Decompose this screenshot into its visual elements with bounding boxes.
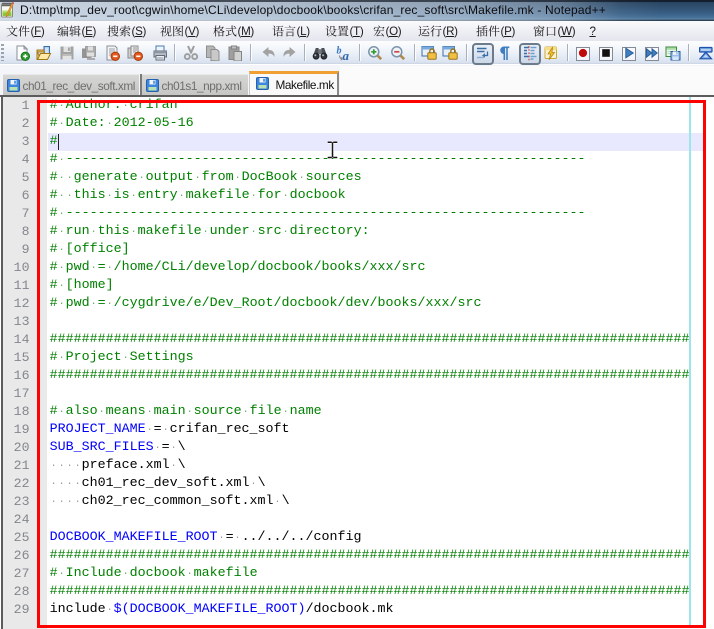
svg-text:b: b xyxy=(337,46,342,57)
svg-text:a: a xyxy=(343,48,350,61)
